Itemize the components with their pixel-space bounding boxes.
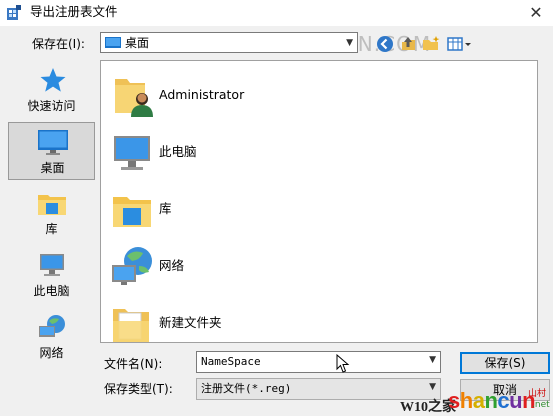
- watermark-brand-text: shancun: [448, 388, 536, 414]
- user-folder-icon: [115, 79, 153, 117]
- sidebar-item-library[interactable]: 库: [8, 184, 95, 240]
- folder-icon: [113, 309, 149, 342]
- list-item[interactable]: 库: [101, 181, 521, 237]
- sidebar-item-network[interactable]: 网络: [8, 308, 95, 364]
- network-icon: [39, 315, 65, 337]
- sidebar-item-desktop[interactable]: 桌面: [8, 122, 95, 180]
- places-bar: 快速访问 桌面 库 此电脑 网络: [8, 60, 96, 360]
- filename-input[interactable]: NameSpace ▼: [196, 351, 441, 373]
- filename-label: 文件名(N):: [104, 357, 163, 371]
- save-location-value: 桌面: [125, 36, 150, 50]
- watermark-net-text: .net: [532, 400, 550, 410]
- list-item[interactable]: 新建文件夹: [101, 295, 521, 342]
- watermark-cn-text: 山村: [528, 389, 547, 399]
- desktop-icon: [38, 130, 68, 155]
- sidebar-item-label: 快速访问: [27, 99, 76, 113]
- window-title: 导出注册表文件: [30, 4, 118, 19]
- brand-letter: n: [484, 388, 498, 413]
- scrollbar[interactable]: [538, 60, 553, 343]
- mouse-cursor-icon: [336, 354, 350, 373]
- brand-letter: a: [472, 388, 485, 413]
- chevron-down-icon: ▼: [346, 38, 353, 48]
- filetype-value: 注册文件(*.reg): [201, 382, 292, 395]
- title-bar: 导出注册表文件 ✕: [0, 0, 553, 26]
- sidebar-item-label: 桌面: [40, 161, 65, 175]
- network-icon: [112, 247, 152, 285]
- sidebar-item-label: 此电脑: [33, 284, 70, 298]
- sidebar-item-quick-access[interactable]: 快速访问: [8, 62, 95, 120]
- file-name: 库: [159, 201, 172, 216]
- new-folder-icon[interactable]: [421, 34, 441, 54]
- library-icon: [38, 195, 66, 215]
- star-icon: [40, 68, 66, 92]
- list-item[interactable]: 此电脑: [101, 124, 521, 180]
- computer-icon: [114, 136, 150, 170]
- computer-icon: [40, 254, 64, 276]
- file-name: 此电脑: [159, 144, 197, 159]
- desktop-icon: [105, 37, 121, 48]
- sidebar-item-label: 网络: [39, 346, 64, 360]
- up-folder-icon[interactable]: [398, 34, 418, 54]
- file-name: 网络: [159, 258, 185, 273]
- filetype-label: 保存类型(T):: [104, 382, 173, 396]
- view-menu-icon[interactable]: [446, 34, 472, 54]
- brand-letter: s: [448, 388, 460, 413]
- brand-letter: u: [509, 388, 523, 413]
- registry-icon: [7, 5, 21, 20]
- filename-value: NameSpace: [201, 355, 261, 368]
- watermark-logo: W10之家 shancun 山村 .net: [400, 382, 553, 416]
- brand-letter: c: [497, 388, 510, 413]
- sidebar-item-this-pc[interactable]: 此电脑: [8, 246, 95, 302]
- sidebar-item-label: 库: [45, 222, 58, 236]
- back-icon[interactable]: [375, 34, 395, 54]
- chevron-down-icon[interactable]: ▼: [429, 355, 436, 365]
- brand-letter: h: [459, 388, 473, 413]
- close-button[interactable]: ✕: [519, 0, 553, 26]
- file-name: 新建文件夹: [159, 315, 222, 330]
- list-item[interactable]: 网络: [101, 238, 521, 294]
- save-location-dropdown[interactable]: 桌面 ▼: [100, 32, 358, 53]
- list-item[interactable]: Administrator: [101, 67, 521, 123]
- file-list[interactable]: Administrator 此电脑 库 网络 新建文件夹: [100, 60, 538, 343]
- library-icon: [113, 197, 151, 227]
- file-name: Administrator: [159, 87, 245, 102]
- save-button[interactable]: 保存(S): [460, 352, 550, 374]
- save-location-label: 保存在(I):: [32, 37, 85, 51]
